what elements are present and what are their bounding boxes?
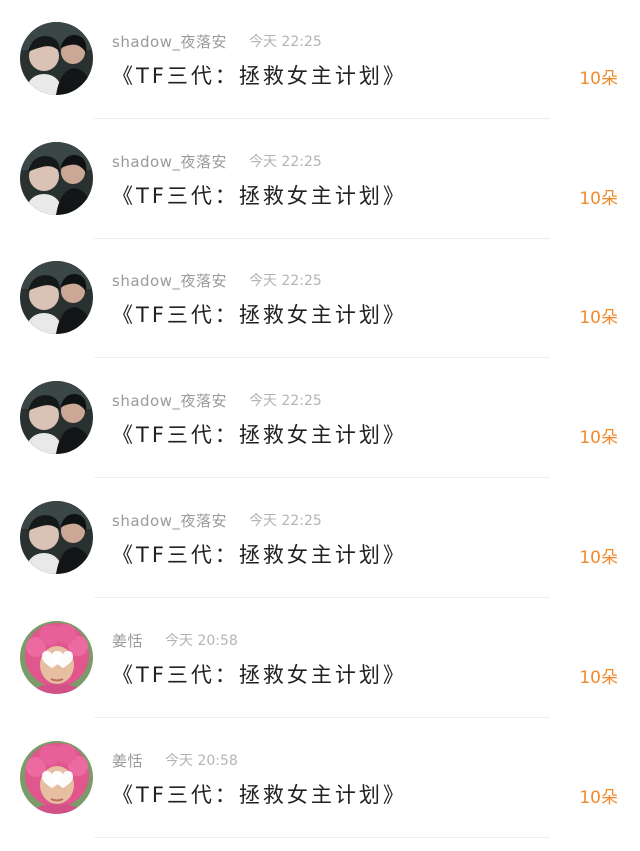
divider <box>94 357 550 358</box>
timestamp: 今天 22:25 <box>248 34 322 50</box>
timestamp: 今天 22:25 <box>248 393 322 409</box>
comment-row[interactable]: shadow_夜落安 今天 22:25 《TF三代：拯救女主计划》 10朵 <box>0 479 640 599</box>
timestamp: 今天 22:25 <box>248 273 322 289</box>
username[interactable]: 姜恬 <box>112 630 143 651</box>
comment-text: 《TF三代：拯救女主计划》 <box>112 64 407 88</box>
divider <box>94 118 550 119</box>
avatar[interactable] <box>20 142 93 215</box>
comment-text: 《TF三代：拯救女主计划》 <box>112 783 407 807</box>
comment-list: shadow_夜落安 今天 22:25 《TF三代：拯救女主计划》 10朵 sh… <box>0 0 640 851</box>
username[interactable]: shadow_夜落安 <box>112 270 227 291</box>
divider <box>94 597 550 598</box>
timestamp: 今天 20:58 <box>165 753 238 769</box>
divider <box>94 837 550 838</box>
timestamp: 今天 22:25 <box>248 154 322 170</box>
gift-amount: 10朵 <box>579 69 618 89</box>
comment-row[interactable]: 姜恬 今天 20:58 《TF三代：拯救女主计划》 10朵 <box>0 599 640 719</box>
comment-meta: shadow_夜落安 今天 22:25 <box>112 150 322 172</box>
comment-meta: 姜恬 今天 20:58 <box>112 629 238 651</box>
comment-meta: shadow_夜落安 今天 22:25 <box>112 30 322 52</box>
comment-meta: 姜恬 今天 20:58 <box>112 749 238 771</box>
gift-amount: 10朵 <box>579 308 618 328</box>
divider <box>94 717 550 718</box>
comment-text: 《TF三代：拯救女主计划》 <box>112 663 407 687</box>
comment-row[interactable]: shadow_夜落安 今天 22:25 《TF三代：拯救女主计划》 10朵 <box>0 120 640 240</box>
gift-amount: 10朵 <box>579 189 618 209</box>
gift-amount: 10朵 <box>579 428 618 448</box>
username[interactable]: shadow_夜落安 <box>112 31 227 52</box>
comment-row[interactable]: 姜恬 今天 20:58 《TF三代：拯救女主计划》 10朵 <box>0 719 640 839</box>
gift-amount: 10朵 <box>579 548 618 568</box>
comment-text: 《TF三代：拯救女主计划》 <box>112 303 407 327</box>
comment-meta: shadow_夜落安 今天 22:25 <box>112 389 322 411</box>
username[interactable]: shadow_夜落安 <box>112 510 227 531</box>
timestamp: 今天 20:58 <box>165 633 238 649</box>
comment-meta: shadow_夜落安 今天 22:25 <box>112 509 322 531</box>
avatar[interactable] <box>20 501 93 574</box>
comment-row[interactable]: shadow_夜落安 今天 22:25 《TF三代：拯救女主计划》 10朵 <box>0 359 640 479</box>
avatar[interactable] <box>20 261 93 334</box>
comment-row[interactable]: shadow_夜落安 今天 22:25 《TF三代：拯救女主计划》 10朵 <box>0 239 640 359</box>
comment-text: 《TF三代：拯救女主计划》 <box>112 184 407 208</box>
comment-row[interactable]: shadow_夜落安 今天 22:25 《TF三代：拯救女主计划》 10朵 <box>0 0 640 120</box>
comment-meta: shadow_夜落安 今天 22:25 <box>112 269 322 291</box>
gift-amount: 10朵 <box>579 788 618 808</box>
username[interactable]: 姜恬 <box>112 750 143 771</box>
divider <box>94 477 550 478</box>
gift-amount: 10朵 <box>579 668 618 688</box>
avatar[interactable] <box>20 22 93 95</box>
comment-text: 《TF三代：拯救女主计划》 <box>112 423 407 447</box>
username[interactable]: shadow_夜落安 <box>112 390 227 411</box>
timestamp: 今天 22:25 <box>248 513 322 529</box>
avatar[interactable] <box>20 741 93 814</box>
comment-text: 《TF三代：拯救女主计划》 <box>112 543 407 567</box>
username[interactable]: shadow_夜落安 <box>112 151 227 172</box>
avatar[interactable] <box>20 381 93 454</box>
avatar[interactable] <box>20 621 93 694</box>
